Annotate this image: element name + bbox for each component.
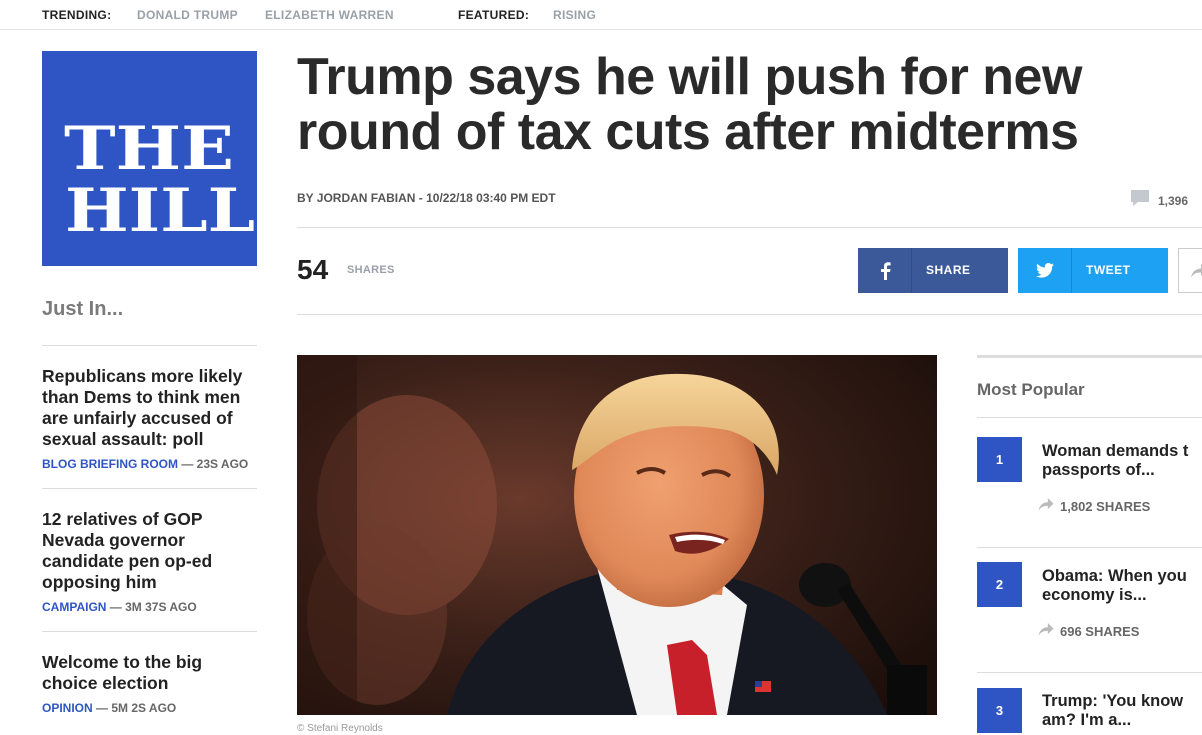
divider — [977, 417, 1202, 418]
popular-share-count: 696 SHARES — [1060, 623, 1140, 639]
share-arrow-icon — [1191, 264, 1202, 283]
divider — [977, 547, 1202, 548]
article-photo — [297, 355, 937, 715]
featured-link-rising[interactable]: RISING — [553, 8, 596, 22]
story-category-link[interactable]: OPINION — [42, 701, 93, 715]
just-in-story-meta-3: OPINION — 5M 2S AGO — [42, 701, 176, 715]
comments-link[interactable]: 1,396 — [1130, 189, 1188, 212]
logo-text-line1: THE — [64, 114, 234, 184]
photo-credit: © Stefani Reynolds — [297, 723, 383, 734]
trending-link-elizabeth-warren[interactable]: ELIZABETH WARREN — [265, 8, 394, 22]
divider — [42, 631, 257, 632]
divider — [297, 314, 1202, 315]
comment-count: 1,396 — [1158, 193, 1189, 208]
comment-icon — [1130, 189, 1150, 212]
logo-text-line2: HILL — [65, 176, 255, 246]
story-category-link[interactable]: CAMPAIGN — [42, 600, 106, 614]
popular-rank-badge: 2 — [977, 562, 1022, 607]
just-in-story-title-2[interactable]: 12 relatives of GOP Nevada governor cand… — [42, 509, 257, 593]
popular-item-shares-2: 696 SHARES — [1038, 623, 1139, 639]
just-in-story-title-3[interactable]: Welcome to the big choice election — [42, 652, 257, 694]
just-in-story-meta-1: BLOG BRIEFING ROOM — 23S AGO — [42, 457, 248, 471]
story-time: — 3M 37S AGO — [109, 600, 197, 614]
divider — [42, 488, 257, 489]
share-count: 54 — [297, 254, 329, 285]
just-in-heading: Just In... — [42, 298, 124, 320]
article-headline: Trump says he will push for new round of… — [297, 48, 1082, 161]
story-category-link[interactable]: BLOG BRIEFING ROOM — [42, 457, 178, 471]
facebook-icon — [858, 248, 912, 293]
just-in-story-meta-2: CAMPAIGN — 3M 37S AGO — [42, 600, 197, 614]
just-in-story-title-1[interactable]: Republicans more likely than Dems to thi… — [42, 366, 257, 450]
popular-rank-badge: 3 — [977, 688, 1022, 733]
most-popular-top-border — [977, 355, 1202, 358]
trending-link-donald-trump[interactable]: DONALD TRUMP — [137, 8, 238, 22]
divider — [977, 672, 1202, 673]
the-hill-logo[interactable]: THE HILL — [42, 51, 257, 266]
article-byline: BY JORDAN FABIAN - 10/22/18 03:40 PM EDT — [297, 191, 556, 205]
twitter-tweet-label: TWEET — [1086, 263, 1131, 277]
divider — [297, 227, 1202, 228]
twitter-tweet-button[interactable]: TWEET — [1018, 248, 1168, 293]
popular-item-headline-3[interactable]: Trump: 'You know am? I'm a... — [1042, 692, 1202, 730]
popular-rank-badge: 1 — [977, 437, 1022, 482]
trending-label: TRENDING: — [42, 8, 112, 22]
more-share-button[interactable] — [1178, 248, 1202, 293]
share-arrow-icon — [1038, 623, 1054, 639]
twitter-icon — [1018, 248, 1072, 293]
facebook-share-label: SHARE — [926, 263, 971, 277]
popular-item-shares-1: 1,802 SHARES — [1038, 498, 1150, 514]
share-count-label: SHARES — [347, 264, 395, 276]
popular-item-headline-1[interactable]: Woman demands t passports of... — [1042, 442, 1202, 480]
story-time: — 5M 2S AGO — [96, 701, 177, 715]
most-popular-heading: Most Popular — [977, 380, 1085, 399]
divider — [42, 345, 257, 346]
trending-bar: TRENDING: DONALD TRUMP ELIZABETH WARREN … — [0, 0, 1202, 30]
popular-share-count: 1,802 SHARES — [1060, 498, 1151, 514]
popular-item-headline-2[interactable]: Obama: When you economy is... — [1042, 567, 1202, 605]
story-time: — 23S AGO — [181, 457, 249, 471]
featured-label: FEATURED: — [458, 8, 530, 22]
facebook-share-button[interactable]: SHARE — [858, 248, 1008, 293]
share-arrow-icon — [1038, 498, 1054, 514]
